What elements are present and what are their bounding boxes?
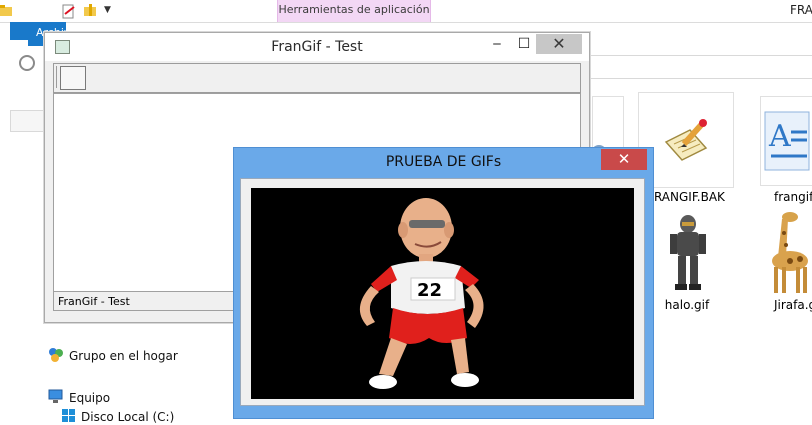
gif-canvas: 22 (251, 188, 634, 399)
nav-item-local-disk[interactable]: Disco Local (C:) (62, 409, 174, 425)
file-name: frangif (774, 190, 812, 204)
svg-text:A: A (768, 119, 791, 154)
ribbon-context-tab[interactable]: Herramientas de aplicación (277, 0, 431, 22)
close-button[interactable]: ✕ (601, 149, 647, 170)
explorer-window-title: FRA (790, 3, 812, 17)
back-button-icon[interactable] (19, 55, 35, 71)
halo-soldier-image (652, 206, 722, 298)
giraffe-image (752, 206, 812, 298)
computer-icon (48, 389, 63, 407)
minimize-button[interactable]: ‒ (482, 33, 512, 57)
animated-runner-gif: 22 (359, 198, 484, 389)
navigation-pane-toggle[interactable] (10, 110, 48, 132)
nav-item-label: Equipo (69, 391, 111, 405)
homegroup-icon (48, 347, 63, 365)
file-item-frangif[interactable]: A frangif (760, 96, 812, 204)
file-name: Jirafa.g (774, 298, 812, 312)
bib-number: 22 (417, 280, 442, 301)
prueba-gifs-window[interactable]: PRUEBA DE GIFs ✕ 22 (233, 147, 654, 419)
properties-icon[interactable] (62, 4, 76, 19)
file-name: halo.gif (664, 298, 710, 312)
new-folder-icon[interactable] (84, 4, 96, 17)
ribbon-divider (0, 22, 812, 23)
nav-item-label: Disco Local (C:) (81, 410, 175, 424)
windows-drive-icon (62, 409, 75, 425)
toolbar-button[interactable] (60, 66, 86, 90)
wordpad-document-icon: A (760, 96, 812, 186)
toolbar (53, 63, 581, 93)
address-bar[interactable] (585, 55, 812, 79)
file-item-halo[interactable]: halo.gif (652, 206, 722, 312)
nav-item-label: Grupo en el hogar (69, 349, 178, 363)
close-button[interactable]: ✕ (536, 34, 582, 54)
gif-frame: 22 (240, 178, 645, 406)
maximize-button[interactable]: ☐ (509, 33, 539, 57)
folder-icon[interactable] (0, 4, 12, 17)
nav-item-computer[interactable]: Equipo (48, 389, 110, 407)
nav-item-homegroup[interactable]: Grupo en el hogar (48, 347, 178, 365)
prueba-window-title: PRUEBA DE GIFs (385, 154, 502, 170)
file-item-jirafa[interactable]: Jirafa.g (752, 206, 812, 312)
toolbar-grip[interactable] (56, 66, 59, 88)
qat-dropdown-icon[interactable]: ▼ (104, 5, 111, 15)
